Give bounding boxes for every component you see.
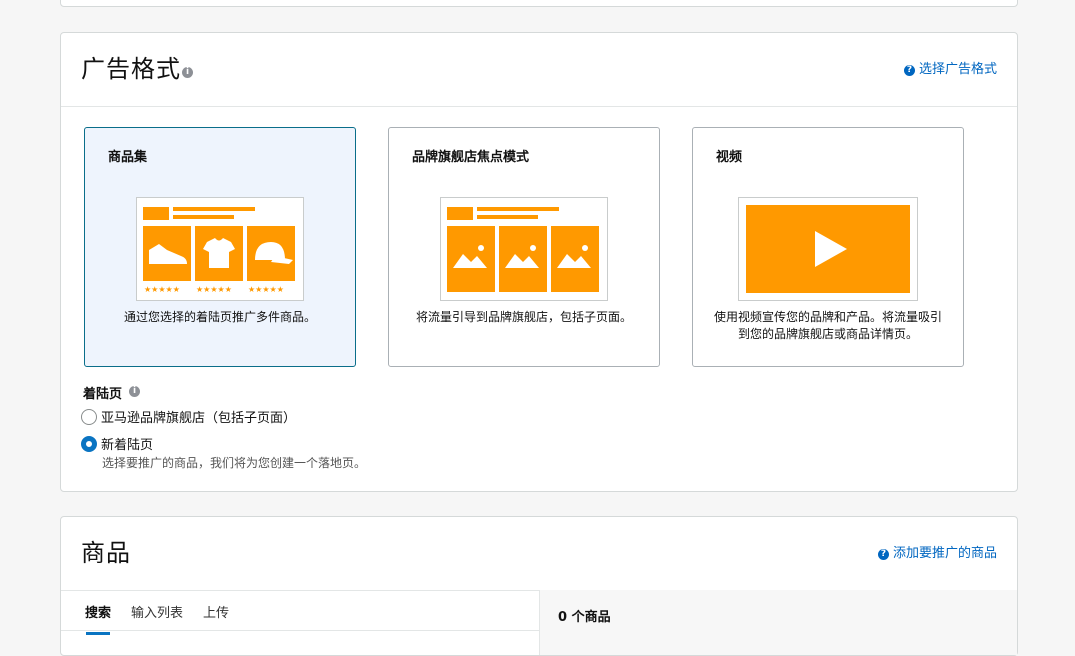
question-circle-icon: ? — [903, 64, 915, 76]
products-title: 商品 — [81, 539, 131, 567]
tshirt-icon — [195, 226, 243, 281]
selected-products-pane: 0 个商品 — [539, 590, 1017, 655]
card-description: 通过您选择的着陆页推广多件商品。 — [123, 310, 316, 324]
svg-text:★★★★★: ★★★★★ — [196, 285, 232, 294]
image-placeholder-icon — [447, 226, 495, 292]
landing-option-brand-store[interactable]: 亚马逊品牌旗舰店（包括子页面） — [81, 407, 296, 426]
info-icon[interactable]: i — [182, 67, 193, 78]
card-description-line: 到您的品牌旗舰店或商品详情页。 — [737, 327, 918, 341]
choose-ad-format-link-label: 选择广告格式 — [918, 62, 997, 77]
previous-section-panel — [60, 0, 1018, 7]
product-collection-illustration: ★★★★★ ★★★★★ ★★★★★ — [136, 197, 304, 301]
product-count: 0 个商品 — [558, 610, 611, 625]
radio-checked[interactable] — [81, 435, 97, 452]
choose-ad-format-link[interactable]: ? 选择广告格式 — [903, 62, 997, 78]
products-header: 商品 ? 添加要推广的商品 — [61, 517, 1017, 591]
landing-option-new-page[interactable]: 新着陆页 — [81, 434, 153, 453]
svg-text:★★★★★: ★★★★★ — [144, 285, 180, 294]
ad-format-card-store-spotlight[interactable]: 品牌旗舰店焦点模式 将流量引导到品牌旗舰店，包括子页面。 — [388, 127, 660, 367]
question-circle-icon: ? — [877, 548, 889, 560]
radio-unchecked[interactable] — [81, 408, 97, 425]
ad-format-card-product-collection[interactable]: 商品集 ★★★★★ ★★★★★ ★★★★★ 通过您选择的着陆页推广多件商品。 — [84, 127, 356, 367]
sneaker-icon — [143, 226, 191, 281]
products-tabs: 搜索 输入列表 上传 — [85, 602, 249, 635]
radio-label: 亚马逊品牌旗舰店（包括子页面） — [101, 411, 297, 426]
svg-text:★★★★★: ★★★★★ — [248, 285, 284, 294]
tab-enter-list[interactable]: 输入列表 — [131, 602, 183, 629]
card-description: 使用视频宣传您的品牌和产品。将流量吸引 到您的品牌旗舰店或商品详情页。 — [705, 309, 951, 343]
products-panel: 商品 ? 添加要推广的商品 搜索 输入列表 上传 0 个商品 — [60, 516, 1018, 656]
card-title: 视频 — [716, 150, 743, 165]
info-icon[interactable]: i — [129, 386, 140, 397]
card-description-line: 使用视频宣传您的品牌和产品。将流量吸引 — [713, 310, 942, 324]
radio-label: 新着陆页 — [101, 438, 154, 453]
ad-format-panel: 广告格式 i ? 选择广告格式 商品集 ★★★★★ ★★★★★ ★★★★★ 通过… — [60, 32, 1018, 492]
add-products-link-label: 添加要推广的商品 — [892, 546, 997, 561]
tab-search[interactable]: 搜索 — [85, 602, 111, 635]
tab-upload[interactable]: 上传 — [203, 602, 229, 629]
ad-format-card-video[interactable]: 视频 使用视频宣传您的品牌和产品。将流量吸引 到您的品牌旗舰店或商品详情页。 — [692, 127, 964, 367]
card-description: 将流量引导到品牌旗舰店，包括子页面。 — [415, 310, 632, 324]
landing-page-label-text: 着陆页 — [83, 387, 123, 402]
video-illustration — [738, 197, 918, 301]
store-spotlight-illustration — [440, 197, 608, 301]
ad-format-header: 广告格式 i ? 选择广告格式 — [61, 33, 1017, 107]
new-landing-page-help: 选择要推广的商品，我们将为您创建一个落地页。 — [102, 456, 367, 470]
add-products-link[interactable]: ? 添加要推广的商品 — [877, 546, 997, 562]
cap-icon — [247, 226, 295, 281]
ad-format-title: 广告格式 — [81, 55, 181, 83]
landing-page-label: 着陆页 — [83, 383, 122, 402]
tabs-divider — [61, 630, 539, 631]
card-title: 品牌旗舰店焦点模式 — [412, 150, 530, 165]
card-title: 商品集 — [108, 150, 148, 165]
image-placeholder-icon — [551, 226, 599, 292]
products-body: 搜索 输入列表 上传 0 个商品 — [61, 590, 1017, 655]
image-placeholder-icon — [499, 226, 547, 292]
